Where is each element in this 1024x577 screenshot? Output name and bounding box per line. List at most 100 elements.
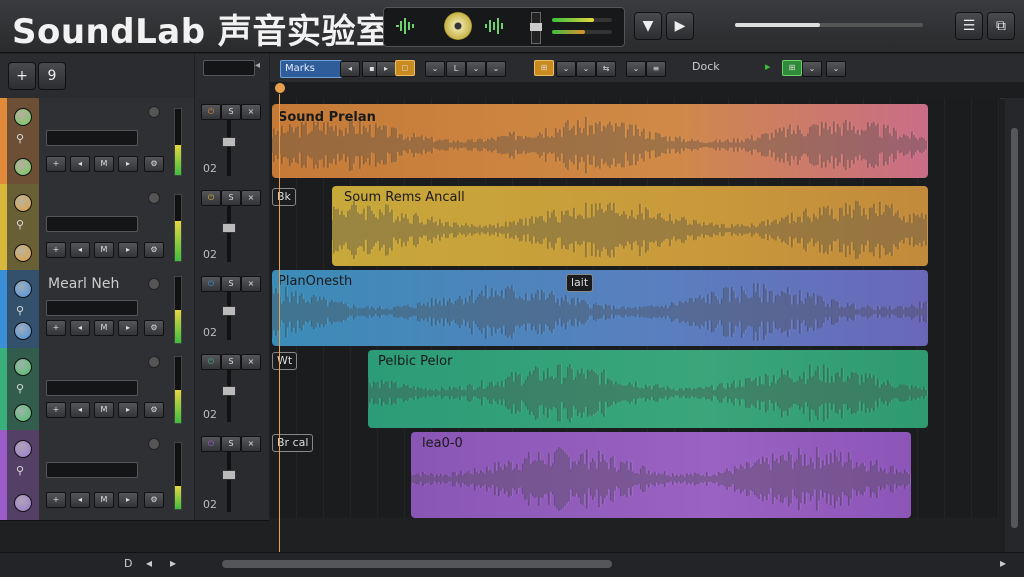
position-slider[interactable] [735,23,923,27]
add-icon[interactable]: + [46,492,66,508]
power-icon[interactable]: ⏻ [201,276,221,292]
route-icon[interactable]: ⚲ [16,464,24,477]
mute-icon[interactable]: M [94,492,114,508]
track-header[interactable]: ⚲ Mearl Neh + ◂ M ▸ ⚙ [0,270,194,349]
tool-button[interactable]: ⌄ [466,61,486,77]
power-icon[interactable]: ⏻ [201,104,221,120]
forward-icon[interactable]: ▸ [118,402,138,418]
record-arm-icon[interactable] [148,106,160,118]
grid-button[interactable]: ⊞ [534,60,554,76]
vertical-scrollbar[interactable] [1005,98,1024,552]
arrangement-area[interactable]: Sound Prelan Soum Rems Ancall Bk PlanOnes… [270,98,1000,518]
power-icon[interactable]: ⏻ [201,354,221,370]
tool-button[interactable]: ≡ [646,61,666,77]
audio-clip[interactable]: PlanOnesth [272,270,928,346]
tool-button[interactable]: ⌄ [425,61,445,77]
stop-button[interactable]: ▼ [634,12,662,40]
track-knob[interactable] [14,440,32,458]
add-icon[interactable]: + [46,402,66,418]
record-arm-icon[interactable] [148,356,160,368]
power-icon[interactable]: ⏻ [201,436,221,452]
track-header[interactable]: ⚲ + ◂ M ▸ ⚙ [0,98,194,185]
clip-tag[interactable]: Bk [272,188,296,206]
add-icon[interactable]: + [46,242,66,258]
loop-button[interactable]: ⊞ [782,60,802,76]
tool-button[interactable]: ⌄ [576,61,596,77]
play-icon[interactable]: ▸ [765,60,771,73]
record-arm-icon[interactable] [148,192,160,204]
volume-slider[interactable] [530,12,542,44]
scroll-right-icon[interactable]: ▸ [170,556,176,570]
settings-icon[interactable]: ⚙ [144,242,164,258]
record-arm-icon[interactable] [148,438,160,450]
settings-icon[interactable]: ⚙ [144,156,164,172]
route-icon[interactable]: ⚲ [16,218,24,231]
track-knob[interactable] [14,494,32,512]
audio-clip[interactable]: Sound Prelan [272,104,928,178]
mute-icon[interactable]: M [94,320,114,336]
rewind-icon[interactable]: ◂ [70,320,90,336]
track-knob[interactable] [14,280,32,298]
d-button[interactable]: D [124,557,132,570]
tool-button[interactable]: ⌄ [826,61,846,77]
rewind-icon[interactable]: ◂ [70,242,90,258]
audio-clip[interactable]: lea0-0 [411,432,911,518]
window-icon[interactable]: ⧉ [987,12,1015,40]
track-header[interactable]: ⚲ + ◂ M ▸ ⚙ [0,184,194,271]
settings-icon[interactable]: ⚙ [144,320,164,336]
track-header[interactable]: ⚲ + ◂ M ▸ ⚙ [0,348,194,431]
forward-icon[interactable]: ▸ [118,156,138,172]
volume-fader[interactable] [222,292,236,340]
track-knob[interactable] [14,244,32,262]
volume-fader[interactable] [222,452,236,512]
tool-button[interactable]: ⌄ [802,61,822,77]
settings-icon[interactable]: ⚙ [144,402,164,418]
route-icon[interactable]: ⚲ [16,382,24,395]
mode-selector[interactable]: Marks [280,60,342,78]
forward-icon[interactable]: ▸ [118,242,138,258]
tool-button[interactable]: ◂ [340,61,360,77]
scroll-thumb[interactable] [1011,128,1018,528]
close-icon[interactable]: × [241,354,261,370]
audio-clip[interactable]: Soum Rems Ancall [332,186,928,266]
add-icon[interactable]: + [46,156,66,172]
solo-icon[interactable]: S [221,354,241,370]
rewind-icon[interactable]: ◂ [70,492,90,508]
route-icon[interactable]: ⚲ [16,132,24,145]
scroll-left-icon[interactable]: ◂ [146,556,152,570]
close-icon[interactable]: × [241,104,261,120]
snap-button[interactable]: ◻ [395,60,415,76]
mute-icon[interactable]: M [94,402,114,418]
track-knob[interactable] [14,194,32,212]
volume-fader[interactable] [222,206,236,262]
track-knob[interactable] [14,108,32,126]
menu-icon[interactable]: ☰ [955,12,983,40]
tool-button[interactable]: ⌄ [626,61,646,77]
track-knob[interactable] [14,322,32,340]
power-icon[interactable]: ⏻ [201,190,221,206]
volume-fader[interactable] [222,120,236,176]
tool-button[interactable]: L [446,61,466,77]
record-arm-icon[interactable] [148,278,160,290]
dock-label[interactable]: Dock [692,60,720,73]
tool-button[interactable]: ⌄ [556,61,576,77]
track-knob[interactable] [14,158,32,176]
track-header[interactable]: ⚲ + ◂ M ▸ ⚙ [0,430,194,521]
route-icon[interactable]: ⚲ [16,304,24,317]
scroll-right-end-icon[interactable]: ▸ [1000,556,1006,570]
solo-icon[interactable]: S [221,190,241,206]
playhead[interactable] [274,82,286,562]
forward-icon[interactable]: ▸ [118,320,138,336]
forward-icon[interactable]: ▸ [118,492,138,508]
tool-button[interactable]: ⇆ [596,61,616,77]
audio-clip[interactable]: Pelbic Pelor [368,350,928,428]
tool-button[interactable]: ⌄ [486,61,506,77]
mute-icon[interactable]: M [94,242,114,258]
close-icon[interactable]: × [241,276,261,292]
solo-icon[interactable]: S [221,104,241,120]
play-button[interactable]: ▶ [666,12,694,40]
close-icon[interactable]: × [241,436,261,452]
track-knob[interactable] [14,404,32,422]
chevron-icon[interactable]: ◂ [255,60,260,71]
tool-button[interactable]: ▸ [376,61,396,77]
